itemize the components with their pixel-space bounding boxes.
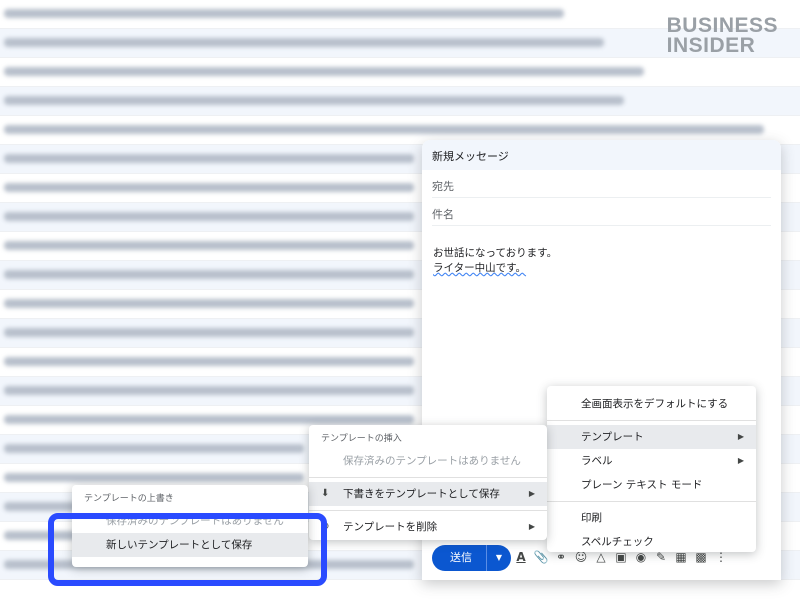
menu-item-label-submenu[interactable]: ラベル ▶: [547, 449, 756, 473]
more-options-menu: 全画面表示をデフォルトにする テンプレート ▶ ラベル ▶ プレーン テキスト …: [547, 386, 756, 552]
menu-item-spellcheck[interactable]: スペルチェック: [547, 530, 756, 554]
menu-item-print[interactable]: 印刷: [547, 506, 756, 530]
menu-item-label: テンプレートを削除: [343, 521, 438, 533]
highlight-box: [48, 513, 327, 586]
list-item: [0, 58, 800, 87]
menu-divider: [309, 510, 547, 511]
body-line-signature: ライター中山です。: [433, 262, 527, 274]
menu-item-fullscreen-default[interactable]: 全画面表示をデフォルトにする: [547, 392, 756, 416]
menu-divider: [309, 477, 547, 478]
watermark-line-1: BUSINESS: [666, 14, 778, 37]
menu-item-delete-template[interactable]: ⊖ テンプレートを削除 ▶: [309, 515, 547, 539]
schedule-send-dropdown[interactable]: ▼: [487, 545, 511, 571]
watermark-logo: BUSINESS INSIDER: [666, 14, 778, 57]
menu-item-label: ラベル: [581, 455, 613, 467]
text-format-icon[interactable]: A: [513, 549, 529, 565]
to-field[interactable]: 宛先: [432, 170, 771, 198]
overwrite-template-heading: テンプレートの上書き: [84, 494, 174, 504]
menu-item-plain-text[interactable]: プレーン テキスト モード: [547, 473, 756, 497]
compose-title[interactable]: 新規メッセージ: [422, 140, 781, 170]
subject-field[interactable]: 件名: [432, 198, 771, 226]
template-submenu: テンプレートの挿入 保存済みのテンプレートはありません ⬇ 下書きをテンプレート…: [309, 425, 547, 540]
menu-divider: [547, 501, 756, 502]
menu-item-label: 下書きをテンプレートとして保存: [343, 488, 500, 500]
watermark-line-2: INSIDER: [666, 34, 756, 57]
list-item: [0, 87, 800, 116]
send-controls: 送信 ▼: [432, 545, 511, 571]
send-button[interactable]: 送信: [432, 545, 487, 571]
insert-template-heading: テンプレートの挿入: [321, 434, 402, 444]
chevron-right-icon: ▶: [737, 456, 744, 465]
chevron-right-icon: ▶: [528, 522, 535, 531]
save-template-icon: ⬇: [321, 488, 330, 499]
chevron-right-icon: ▶: [528, 489, 535, 498]
menu-divider: [547, 420, 756, 421]
menu-item-label: テンプレート: [581, 431, 644, 443]
body-line: お世話になっております。: [433, 247, 558, 259]
menu-item-save-draft-as-template[interactable]: ⬇ 下書きをテンプレートとして保存 ▶: [309, 482, 547, 506]
chevron-right-icon: ▶: [737, 432, 744, 441]
menu-item-template[interactable]: テンプレート ▶: [547, 425, 756, 449]
message-body[interactable]: お世話になっております。 ライター中山です。: [433, 246, 770, 276]
no-saved-templates: 保存済みのテンプレートはありません: [343, 455, 521, 467]
